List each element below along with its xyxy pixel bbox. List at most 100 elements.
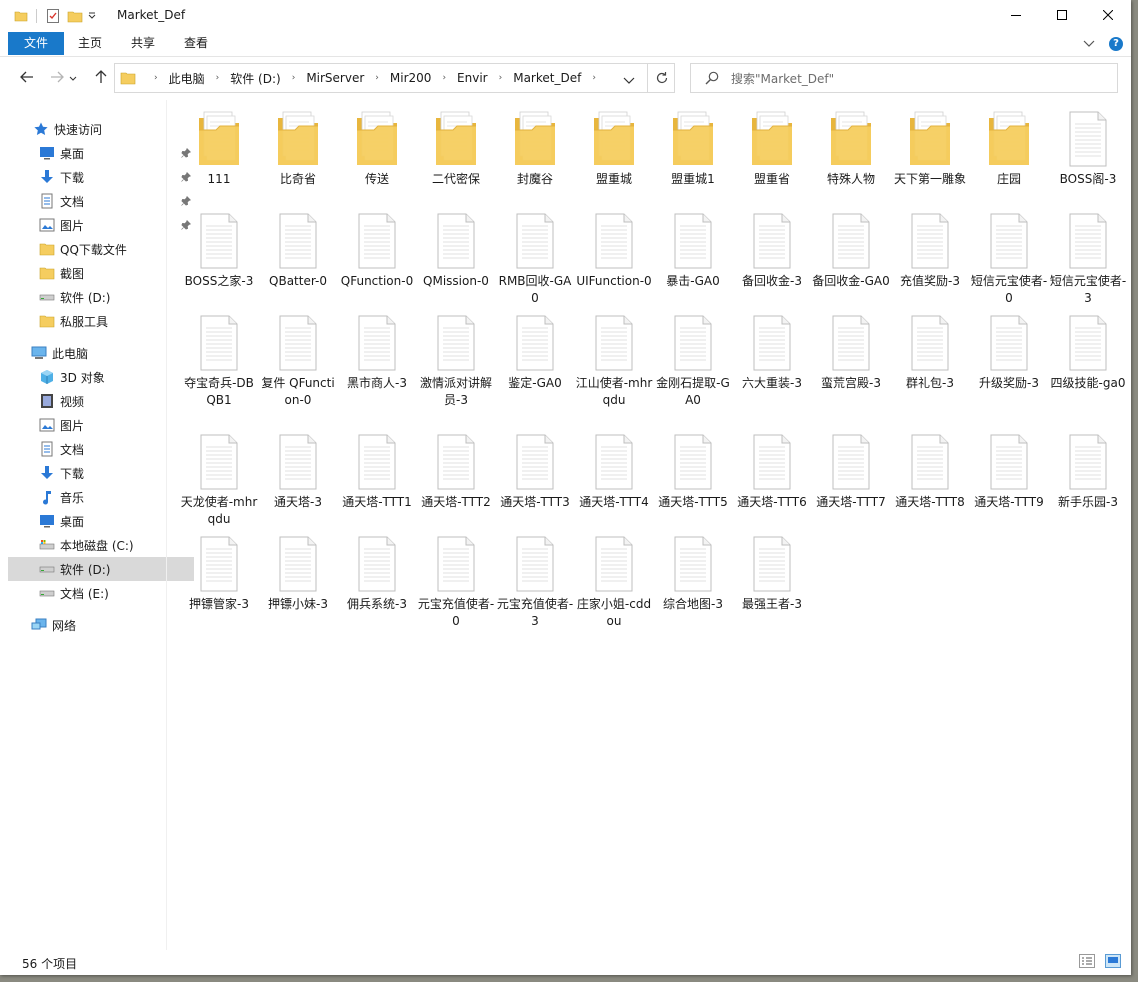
file-item[interactable]: 升级奖励-3 bbox=[970, 312, 1048, 392]
tab-home[interactable]: 主页 bbox=[66, 32, 114, 55]
star-icon bbox=[32, 121, 50, 137]
file-item[interactable]: 备回收金-GA0 bbox=[812, 210, 890, 290]
recent-locations-button[interactable] bbox=[66, 69, 80, 87]
details-view-icon[interactable] bbox=[1079, 954, 1095, 971]
file-item[interactable]: 佣兵系统-3 bbox=[338, 533, 416, 613]
breadcrumb-item[interactable]: Mir200 bbox=[388, 71, 434, 85]
file-item[interactable]: 暴击-GA0 bbox=[654, 210, 732, 290]
forward-button[interactable] bbox=[46, 69, 68, 87]
breadcrumb-item[interactable]: 软件 (D:) bbox=[228, 70, 282, 87]
file-item[interactable]: 最强王者-3 bbox=[733, 533, 811, 613]
folder-item[interactable]: 庄园 bbox=[970, 108, 1048, 188]
breadcrumb-item[interactable]: Market_Def bbox=[511, 71, 583, 85]
search-icon bbox=[705, 71, 719, 88]
file-item[interactable]: 黑市商人-3 bbox=[338, 312, 416, 392]
minimize-button[interactable] bbox=[993, 0, 1039, 31]
folder-item[interactable]: 盟重省 bbox=[733, 108, 811, 188]
folder-item[interactable]: 111 bbox=[180, 108, 258, 188]
file-icon bbox=[432, 431, 480, 493]
file-item[interactable]: 通天塔-TTT4 bbox=[575, 431, 653, 511]
tab-view[interactable]: 查看 bbox=[172, 32, 220, 55]
up-button[interactable] bbox=[90, 69, 112, 87]
folder-icon bbox=[353, 108, 401, 170]
address-bar[interactable]: › 此电脑 › 软件 (D:) › MirServer › Mir200 › E… bbox=[114, 63, 675, 93]
file-item[interactable]: 元宝充值使者-3 bbox=[496, 533, 574, 630]
file-item[interactable]: QMission-0 bbox=[417, 210, 495, 290]
sidebar-item-quick-access[interactable]: 快速访问 bbox=[8, 117, 188, 141]
back-button[interactable] bbox=[16, 69, 38, 87]
file-item[interactable]: 通天塔-TTT6 bbox=[733, 431, 811, 511]
file-item[interactable]: 六大重装-3 bbox=[733, 312, 811, 392]
file-item[interactable]: 通天塔-TTT5 bbox=[654, 431, 732, 511]
large-icons-view-icon[interactable] bbox=[1105, 954, 1121, 971]
file-item[interactable]: 充值奖励-3 bbox=[891, 210, 969, 290]
file-item[interactable]: 新手乐园-3 bbox=[1049, 431, 1127, 511]
file-item[interactable]: 夺宝奇兵-DBQB1 bbox=[180, 312, 258, 409]
file-item[interactable]: 群礼包-3 bbox=[891, 312, 969, 392]
file-item[interactable]: 复件 QFunction-0 bbox=[259, 312, 337, 409]
close-button[interactable] bbox=[1085, 0, 1131, 31]
file-item[interactable]: 通天塔-TTT3 bbox=[496, 431, 574, 511]
item-label: 通天塔-TTT3 bbox=[500, 495, 570, 509]
folder-item[interactable]: 传送 bbox=[338, 108, 416, 188]
file-item[interactable]: 四级技能-ga0 bbox=[1049, 312, 1127, 392]
file-item[interactable]: BOSS阁-3 bbox=[1049, 108, 1127, 188]
file-icon bbox=[906, 312, 954, 374]
breadcrumb-item[interactable]: MirServer bbox=[304, 71, 366, 85]
help-icon[interactable]: ? bbox=[1109, 37, 1123, 51]
folder-item[interactable]: 比奇省 bbox=[259, 108, 337, 188]
file-item[interactable]: 押镖管家-3 bbox=[180, 533, 258, 613]
file-item[interactable]: 通天塔-TTT1 bbox=[338, 431, 416, 511]
folder-item[interactable]: 盟重城1 bbox=[654, 108, 732, 188]
file-item[interactable]: 蛮荒宫殿-3 bbox=[812, 312, 890, 392]
file-item[interactable]: 通天塔-3 bbox=[259, 431, 337, 511]
sidebar-item-this-pc[interactable]: 此电脑 bbox=[8, 341, 186, 365]
network-icon bbox=[30, 617, 48, 633]
breadcrumb-item[interactable]: Envir bbox=[455, 71, 490, 85]
file-item[interactable]: BOSS之家-3 bbox=[180, 210, 258, 290]
file-item[interactable]: 备回收金-3 bbox=[733, 210, 811, 290]
file-item[interactable]: 江山使者-mhrqdu bbox=[575, 312, 653, 409]
file-item[interactable]: 通天塔-TTT8 bbox=[891, 431, 969, 511]
file-item[interactable]: 金刚石提取-GA0 bbox=[654, 312, 732, 409]
sidebar-item-network[interactable]: 网络 bbox=[8, 613, 186, 637]
address-dropdown-button[interactable] bbox=[623, 74, 635, 88]
file-item[interactable]: 天龙使者-mhrqdu bbox=[180, 431, 258, 528]
file-item[interactable]: 通天塔-TTT7 bbox=[812, 431, 890, 511]
file-item[interactable]: 激情派对讲解员-3 bbox=[417, 312, 495, 409]
file-item[interactable]: 短信元宝使者-0 bbox=[970, 210, 1048, 307]
file-item[interactable]: 鉴定-GA0 bbox=[496, 312, 574, 392]
file-item[interactable]: 综合地图-3 bbox=[654, 533, 732, 613]
new-folder-icon[interactable] bbox=[67, 8, 83, 24]
pane-splitter[interactable] bbox=[166, 100, 167, 950]
folder-item[interactable]: 二代密保 bbox=[417, 108, 495, 188]
refresh-button[interactable] bbox=[655, 71, 669, 88]
file-item[interactable]: 短信元宝使者-3 bbox=[1049, 210, 1127, 307]
customize-toolbar-icon[interactable] bbox=[87, 9, 97, 23]
file-item[interactable]: QFunction-0 bbox=[338, 210, 416, 290]
file-item[interactable]: 通天塔-TTT9 bbox=[970, 431, 1048, 511]
maximize-button[interactable] bbox=[1039, 0, 1085, 31]
breadcrumb-item[interactable]: 此电脑 bbox=[167, 70, 207, 87]
tab-share[interactable]: 共享 bbox=[119, 32, 167, 55]
file-item[interactable]: 押镖小妹-3 bbox=[259, 533, 337, 613]
item-label: 短信元宝使者-3 bbox=[1049, 274, 1127, 305]
search-box bbox=[690, 63, 1118, 93]
file-item[interactable]: 庄家小姐-cddou bbox=[575, 533, 653, 630]
file-item[interactable]: RMB回收-GA0 bbox=[496, 210, 574, 307]
expand-ribbon-button[interactable] bbox=[1083, 37, 1095, 51]
window-title: Market_Def bbox=[117, 8, 186, 22]
sidebar-item-label: 下载 bbox=[60, 466, 85, 481]
file-item[interactable]: QBatter-0 bbox=[259, 210, 337, 290]
folder-item[interactable]: 盟重城 bbox=[575, 108, 653, 188]
properties-icon[interactable] bbox=[45, 8, 61, 24]
address-divider bbox=[647, 64, 648, 92]
folder-item[interactable]: 天下第一雕象 bbox=[891, 108, 969, 188]
folder-item[interactable]: 特殊人物 bbox=[812, 108, 890, 188]
folder-item[interactable]: 封魔谷 bbox=[496, 108, 574, 188]
file-item[interactable]: 通天塔-TTT2 bbox=[417, 431, 495, 511]
tab-file[interactable]: 文件 bbox=[8, 32, 64, 55]
file-item[interactable]: UIFunction-0 bbox=[575, 210, 653, 290]
file-item[interactable]: 元宝充值使者-0 bbox=[417, 533, 495, 630]
search-input[interactable] bbox=[729, 69, 1113, 89]
